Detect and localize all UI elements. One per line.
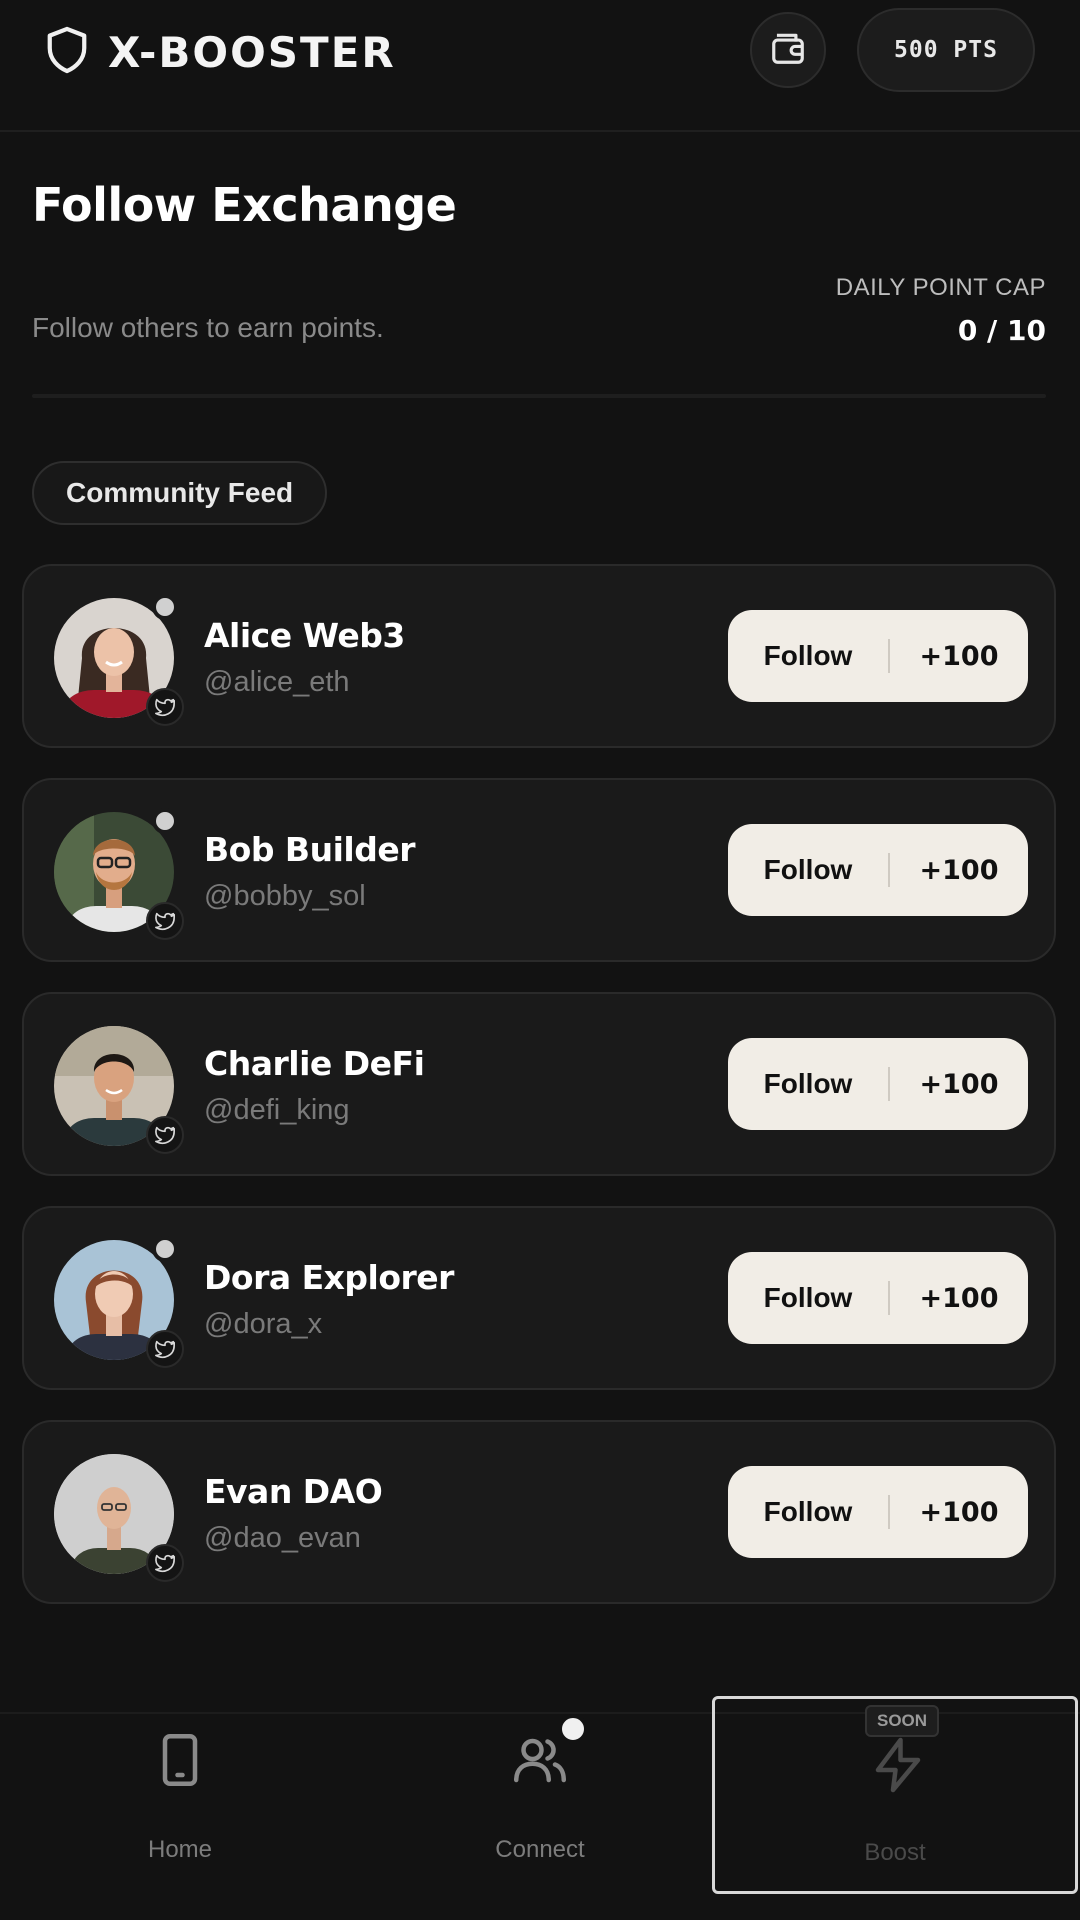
reward-points: +100 bbox=[919, 1496, 999, 1528]
follow-label: Follow bbox=[763, 1282, 853, 1313]
online-status-dot bbox=[152, 594, 178, 620]
daily-cap-value: 0 / 10 bbox=[957, 314, 1046, 347]
user-handle: @alice_eth bbox=[204, 666, 350, 698]
twitter-icon bbox=[146, 688, 184, 726]
notification-dot bbox=[558, 1714, 588, 1744]
user-name: Alice Web3 bbox=[204, 616, 405, 655]
online-status-dot bbox=[152, 1236, 178, 1262]
brand[interactable]: X-BOOSTER bbox=[44, 22, 396, 82]
user-name: Evan DAO bbox=[204, 1472, 383, 1511]
user-card: Alice Web3 @alice_eth Follow +100 bbox=[22, 564, 1056, 748]
reward-points: +100 bbox=[919, 1068, 999, 1100]
user-handle: @defi_king bbox=[204, 1094, 350, 1126]
user-card: Charlie DeFi @defi_king Follow +100 bbox=[22, 992, 1056, 1176]
follow-button[interactable]: Follow +100 bbox=[728, 1252, 1028, 1344]
follow-button[interactable]: Follow +100 bbox=[728, 824, 1028, 916]
nav-boost[interactable]: SOON Boost bbox=[712, 1696, 1078, 1894]
nav-home[interactable]: Home bbox=[0, 1714, 360, 1910]
bottom-nav: Home Connect SOON Boost bbox=[0, 1696, 1080, 1920]
twitter-icon bbox=[146, 1116, 184, 1154]
reward-points: +100 bbox=[919, 640, 999, 672]
soon-badge: SOON bbox=[865, 1705, 940, 1737]
points-balance[interactable]: 500 PTS bbox=[857, 8, 1035, 92]
user-list: Alice Web3 @alice_eth Follow +100 Bob Bu… bbox=[22, 564, 1056, 1634]
wallet-button[interactable] bbox=[750, 12, 826, 88]
user-handle: @bobby_sol bbox=[204, 880, 366, 912]
nav-connect[interactable]: Connect bbox=[360, 1714, 720, 1910]
follow-label: Follow bbox=[763, 1068, 853, 1099]
nav-connect-label: Connect bbox=[495, 1836, 585, 1863]
community-feed-tab[interactable]: Community Feed bbox=[32, 461, 328, 525]
nav-boost-label: Boost bbox=[864, 1839, 926, 1866]
shield-icon bbox=[44, 25, 90, 80]
user-name: Charlie DeFi bbox=[204, 1044, 425, 1083]
daily-cap-label: DAILY POINT CAP bbox=[835, 274, 1046, 301]
twitter-icon bbox=[146, 1544, 184, 1582]
follow-label: Follow bbox=[763, 1496, 853, 1527]
reward-points: +100 bbox=[919, 1282, 999, 1314]
user-card: Bob Builder @bobby_sol Follow +100 bbox=[22, 778, 1056, 962]
online-status-dot bbox=[152, 808, 178, 834]
reward-points: +100 bbox=[919, 854, 999, 886]
user-handle: @dora_x bbox=[204, 1308, 323, 1340]
user-card: Evan DAO @dao_evan Follow +100 bbox=[22, 1420, 1056, 1604]
user-name: Bob Builder bbox=[204, 830, 415, 869]
top-bar: X-BOOSTER 500 PTS bbox=[0, 0, 1080, 132]
user-card: Dora Explorer @dora_x Follow +100 bbox=[22, 1206, 1056, 1390]
user-name: Dora Explorer bbox=[204, 1258, 454, 1297]
divider bbox=[32, 394, 1046, 398]
user-handle: @dao_evan bbox=[204, 1522, 361, 1554]
nav-home-label: Home bbox=[147, 1836, 213, 1863]
page-title: Follow Exchange bbox=[32, 178, 457, 232]
follow-button[interactable]: Follow +100 bbox=[728, 610, 1028, 702]
follow-label: Follow bbox=[763, 854, 853, 885]
follow-button[interactable]: Follow +100 bbox=[728, 1038, 1028, 1130]
app-name: X-BOOSTER bbox=[108, 27, 396, 77]
page-subtitle: Follow others to earn points. bbox=[32, 312, 384, 343]
twitter-icon bbox=[146, 1330, 184, 1368]
follow-label: Follow bbox=[763, 640, 853, 671]
twitter-icon bbox=[146, 902, 184, 940]
follow-button[interactable]: Follow +100 bbox=[728, 1466, 1028, 1558]
wallet-icon bbox=[769, 29, 807, 72]
